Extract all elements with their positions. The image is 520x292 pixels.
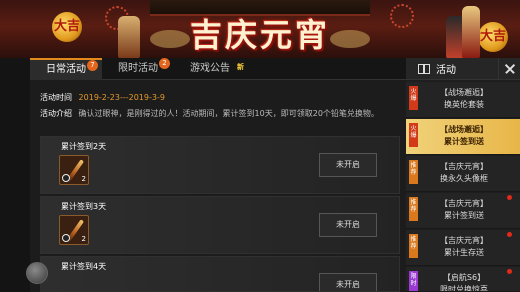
event-banner: 大吉 大吉 吉庆元宵	[0, 0, 520, 58]
clock-icon	[62, 234, 70, 242]
tab-label: 游戏公告	[190, 63, 230, 74]
reward-title: 累计签到2天	[61, 142, 107, 151]
tab-daily-activities[interactable]: 日常活动 7	[30, 58, 102, 80]
activity-desc-row: 活动介绍 确认过眼神，是刚得过的人！活动期间，累计签到10天，即可领取20个铅笔…	[40, 108, 384, 119]
sidebar-item-title: 【吉庆元宵】	[440, 236, 488, 245]
sidebar-item-lantern-survival[interactable]: 推荐 【吉庆元宵】 累计生存送	[406, 230, 520, 266]
new-badge: 新	[237, 63, 244, 71]
tab-bar: 日常活动 7 限时活动 2 游戏公告 新	[30, 58, 406, 80]
reward-title: 累计签到4天	[61, 262, 107, 271]
notification-dot	[507, 232, 512, 237]
item-count: 2	[81, 235, 86, 243]
tab-game-announcements[interactable]: 游戏公告 新	[174, 58, 246, 80]
item-count: 2	[81, 175, 86, 183]
sidebar-item-lantern-frame[interactable]: 推荐 【吉庆元宵】 换永久头像框	[406, 156, 520, 192]
sidebar-item-lantern-checkin[interactable]: 推荐 【吉庆元宵】 累计签到送	[406, 193, 520, 229]
recommend-tag: 推荐	[409, 160, 418, 184]
tab-label: 日常活动	[46, 64, 86, 75]
activity-time-row: 活动时间 2019-2-23---2019-3-9	[40, 92, 165, 103]
claim-button[interactable]: 未开启	[319, 273, 377, 291]
hot-tag: 火爆	[409, 123, 418, 147]
sidebar-item-title: 【战场邂逅】	[440, 88, 488, 97]
notification-dot	[507, 195, 512, 200]
activity-desc-value: 确认过眼神，是刚得过的人！活动期间，累计签到10天，即可领取20个铅笔兑换物。	[78, 109, 379, 118]
activity-panel: 日常活动 7 限时活动 2 游戏公告 新 活动时间 2019-2-23---20…	[30, 58, 406, 292]
banner-title: 吉庆元宵	[189, 16, 330, 54]
notification-dot	[507, 269, 512, 274]
tab-badge: 7	[87, 60, 98, 71]
close-button[interactable]	[498, 57, 520, 80]
activity-sidebar: 活动 火爆 【战场邂逅】 换英伦套装 火爆 【战场邂逅】 累计签到送 推荐 【吉…	[406, 57, 520, 292]
sidebar-item-subtitle: 累计签到送	[444, 211, 484, 220]
hot-tag: 火爆	[409, 86, 418, 110]
activity-time-value: 2019-2-23---2019-3-9	[78, 93, 165, 102]
sidebar-item-subtitle: 换英伦套装	[444, 100, 484, 109]
sidebar-item-season6[interactable]: 限时 【启航S6】 限时兑换惊喜	[406, 267, 520, 292]
activity-time-label: 活动时间	[40, 93, 72, 102]
claim-button[interactable]: 未开启	[319, 213, 377, 237]
sidebar-item-battle-checkin[interactable]: 火爆 【战场邂逅】 累计签到送	[406, 119, 520, 155]
sidebar-item-subtitle: 换永久头像框	[440, 174, 488, 183]
tab-label: 限时活动	[118, 63, 158, 74]
tab-badge: 2	[159, 58, 170, 69]
sidebar-item-title: 【启航S6】	[442, 273, 486, 282]
clock-icon	[62, 174, 70, 182]
reward-title: 累计签到3天	[61, 202, 107, 211]
limited-tag: 限时	[409, 271, 418, 291]
pencil-item-icon[interactable]: 2	[59, 155, 89, 185]
tab-limited-activities[interactable]: 限时活动 2	[102, 58, 174, 80]
sidebar-item-title: 【吉庆元宵】	[440, 199, 488, 208]
sidebar-item-title: 【吉庆元宵】	[440, 162, 488, 171]
reward-card: 累计签到2天 2 未开启	[40, 136, 400, 194]
recommend-tag: 推荐	[409, 234, 418, 258]
sidebar-item-subtitle: 累计生存送	[444, 248, 484, 257]
sidebar-item-title: 【战场邂逅】	[440, 125, 488, 134]
pencil-item-icon[interactable]: 2	[59, 215, 89, 245]
reward-card: 累计签到3天 2 未开启	[40, 196, 400, 254]
sidebar-header: 活动	[406, 57, 520, 80]
recommend-tag: 推荐	[409, 197, 418, 221]
reward-card: 累计签到4天 未开启	[40, 256, 400, 292]
activity-desc-label: 活动介绍	[40, 109, 72, 118]
sidebar-item-battle-outfit[interactable]: 火爆 【战场邂逅】 换英伦套装	[406, 82, 520, 118]
claim-button[interactable]: 未开启	[319, 153, 377, 177]
player-avatar[interactable]	[26, 262, 48, 284]
sidebar-item-subtitle: 限时兑换惊喜	[440, 285, 488, 292]
sidebar-title: 活动	[436, 65, 456, 76]
gift-icon	[418, 63, 430, 74]
sidebar-item-subtitle: 累计签到送	[444, 137, 484, 146]
